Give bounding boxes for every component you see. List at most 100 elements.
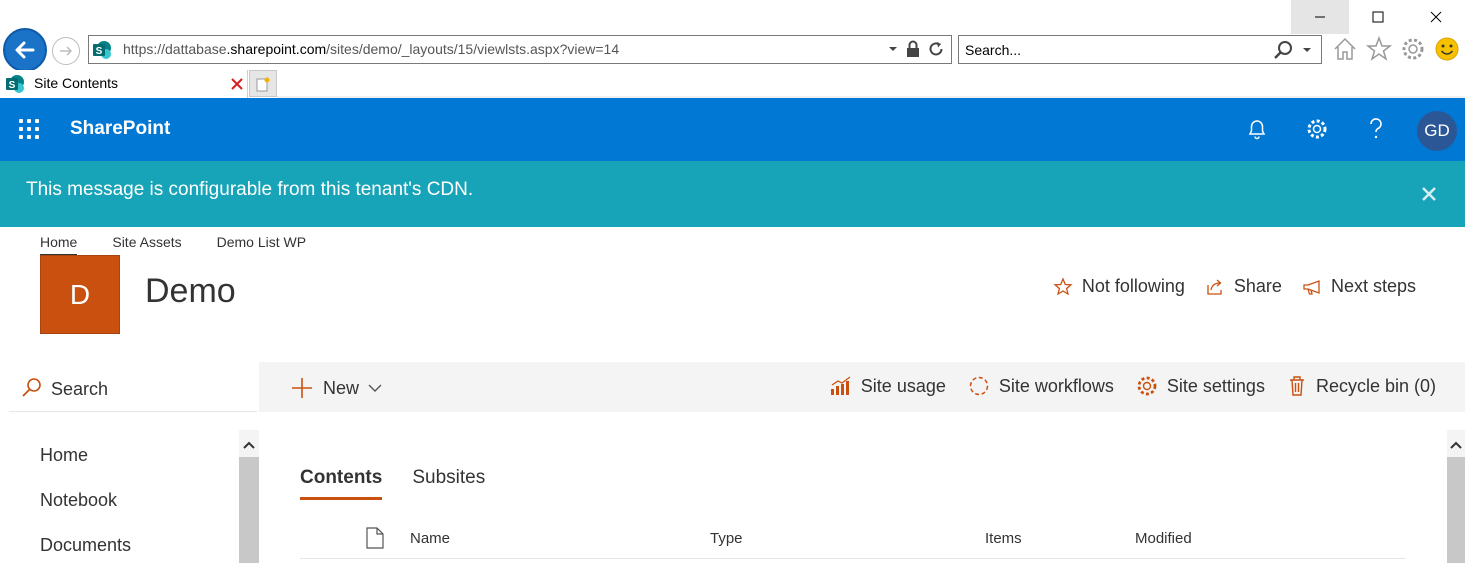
- svg-text:S: S: [96, 46, 103, 57]
- trash-icon: [1289, 376, 1304, 396]
- follow-button[interactable]: Not following: [1053, 276, 1185, 297]
- plus-icon: [292, 378, 312, 398]
- site-settings-button[interactable]: Site settings: [1136, 375, 1265, 397]
- left-nav-documents[interactable]: Documents: [40, 534, 131, 563]
- close-icon: [1430, 11, 1442, 23]
- next-steps-button[interactable]: Next steps: [1302, 276, 1416, 297]
- site-actions: Not following Share Next steps: [1033, 276, 1416, 297]
- search-label: Search: [51, 379, 109, 399]
- column-header-name[interactable]: Name: [410, 530, 450, 547]
- url-text: https://dattabase.sharepoint.com/sites/d…: [123, 41, 620, 57]
- new-label: New: [323, 377, 360, 398]
- top-nav-demo-list-wp[interactable]: Demo List WP: [217, 234, 306, 256]
- dropdown-arrow-icon[interactable]: [1301, 44, 1313, 56]
- message-text: This message is configurable from this t…: [26, 179, 474, 200]
- chevron-down-icon: [368, 384, 382, 392]
- contents-table-header: Name Type Items Modified: [300, 525, 1406, 559]
- lock-icon[interactable]: [905, 40, 921, 58]
- home-icon[interactable]: [1332, 36, 1358, 62]
- star-icon: [1053, 276, 1073, 295]
- scrollbar-thumb[interactable]: [1447, 457, 1465, 563]
- left-nav-notebook[interactable]: Notebook: [40, 489, 131, 534]
- scrollbar-thumb[interactable]: [239, 457, 259, 563]
- tab-title: Site Contents: [34, 75, 119, 91]
- tab-subsites[interactable]: Subsites: [412, 467, 485, 500]
- left-nav-home[interactable]: Home: [40, 444, 131, 489]
- help-icon[interactable]: [1364, 117, 1388, 141]
- site-settings-label: Site settings: [1166, 375, 1265, 396]
- browser-chrome: S https://dattabase.sharepoint.com/sites…: [0, 0, 1465, 98]
- scroll-up-icon[interactable]: [242, 435, 256, 454]
- column-header-items[interactable]: Items: [985, 530, 1022, 547]
- site-contents-panel: Contents Subsites Name Type Items Modifi…: [259, 412, 1447, 563]
- smiley-feedback-icon[interactable]: [1434, 36, 1460, 62]
- close-icon: [231, 78, 243, 90]
- top-nav-home[interactable]: Home: [40, 234, 78, 256]
- address-bar[interactable]: S https://dattabase.sharepoint.com/sites…: [88, 35, 952, 64]
- sharepoint-favicon-icon: S: [92, 40, 112, 64]
- user-avatar[interactable]: GD: [1417, 111, 1457, 151]
- minimize-icon: [1315, 16, 1325, 18]
- refresh-icon[interactable]: [927, 40, 945, 58]
- share-label: Share: [1233, 276, 1282, 296]
- content-scrollbar[interactable]: [1447, 430, 1465, 563]
- dropdown-arrow-icon[interactable]: [887, 43, 899, 55]
- favorites-star-icon[interactable]: [1366, 36, 1392, 62]
- left-nav-scrollbar[interactable]: [239, 430, 259, 563]
- dismiss-message-button[interactable]: [1420, 185, 1438, 207]
- new-tab-icon: [256, 77, 270, 91]
- top-nav-site-assets[interactable]: Site Assets: [112, 234, 181, 256]
- brand-name[interactable]: SharePoint: [70, 118, 170, 140]
- content-tabs: Contents Subsites: [300, 467, 515, 500]
- maximize-button[interactable]: [1349, 0, 1407, 34]
- new-tab-button[interactable]: [249, 70, 277, 97]
- follow-label: Not following: [1081, 276, 1185, 296]
- chart-bars-icon: [830, 376, 851, 395]
- site-logo[interactable]: D: [40, 255, 120, 334]
- site-workflows-button[interactable]: Site workflows: [968, 375, 1114, 397]
- suite-bar: SharePoint: [0, 98, 1465, 161]
- search-icon: [21, 377, 43, 403]
- share-icon: [1207, 279, 1222, 295]
- workflow-icon: [969, 376, 989, 396]
- browser-search-box[interactable]: [958, 35, 1322, 64]
- sharepoint-favicon-icon: S: [5, 74, 25, 98]
- share-button[interactable]: Share: [1205, 276, 1282, 297]
- site-usage-label: Site usage: [860, 375, 946, 396]
- file-type-icon[interactable]: [366, 527, 384, 553]
- site-usage-button[interactable]: Site usage: [830, 376, 946, 397]
- app-launcher-icon[interactable]: [19, 119, 39, 139]
- gear-icon: [1137, 376, 1157, 396]
- message-bar: This message is configurable from this t…: [0, 161, 1465, 227]
- site-title[interactable]: Demo: [145, 272, 236, 311]
- recycle-bin-label: Recycle bin (0): [1315, 375, 1436, 396]
- browser-search-input[interactable]: [965, 40, 1255, 60]
- forward-button[interactable]: [52, 37, 80, 65]
- left-navigation: Search Home Notebook Documents: [0, 362, 259, 563]
- gear-icon[interactable]: [1400, 36, 1426, 62]
- maximize-icon: [1372, 11, 1384, 23]
- tab-contents[interactable]: Contents: [300, 467, 383, 500]
- command-bar: New Site usage Site workflows Site setti…: [259, 362, 1465, 412]
- new-button[interactable]: New: [291, 377, 383, 399]
- minimize-button[interactable]: [1291, 0, 1349, 34]
- site-top-nav: Home Site Assets Demo List WP: [40, 234, 341, 256]
- back-button[interactable]: [3, 28, 47, 72]
- search-icon[interactable]: [1273, 40, 1293, 60]
- site-workflows-label: Site workflows: [998, 375, 1114, 396]
- arrow-left-icon: [15, 41, 35, 59]
- settings-gear-icon[interactable]: [1305, 117, 1329, 141]
- close-icon: [1422, 187, 1436, 201]
- tab-close-button[interactable]: [230, 76, 244, 95]
- column-header-type[interactable]: Type: [710, 530, 743, 547]
- tab-site-contents[interactable]: S Site Contents: [0, 70, 248, 98]
- svg-text:S: S: [9, 80, 16, 91]
- recycle-bin-button[interactable]: Recycle bin (0): [1287, 375, 1436, 397]
- site-search-box[interactable]: Search: [9, 362, 257, 412]
- next-steps-label: Next steps: [1330, 276, 1416, 296]
- column-header-modified[interactable]: Modified: [1135, 530, 1192, 547]
- notifications-bell-icon[interactable]: [1245, 117, 1269, 141]
- scroll-up-icon[interactable]: [1449, 435, 1463, 454]
- close-window-button[interactable]: [1407, 0, 1465, 34]
- arrow-right-icon: [60, 46, 73, 56]
